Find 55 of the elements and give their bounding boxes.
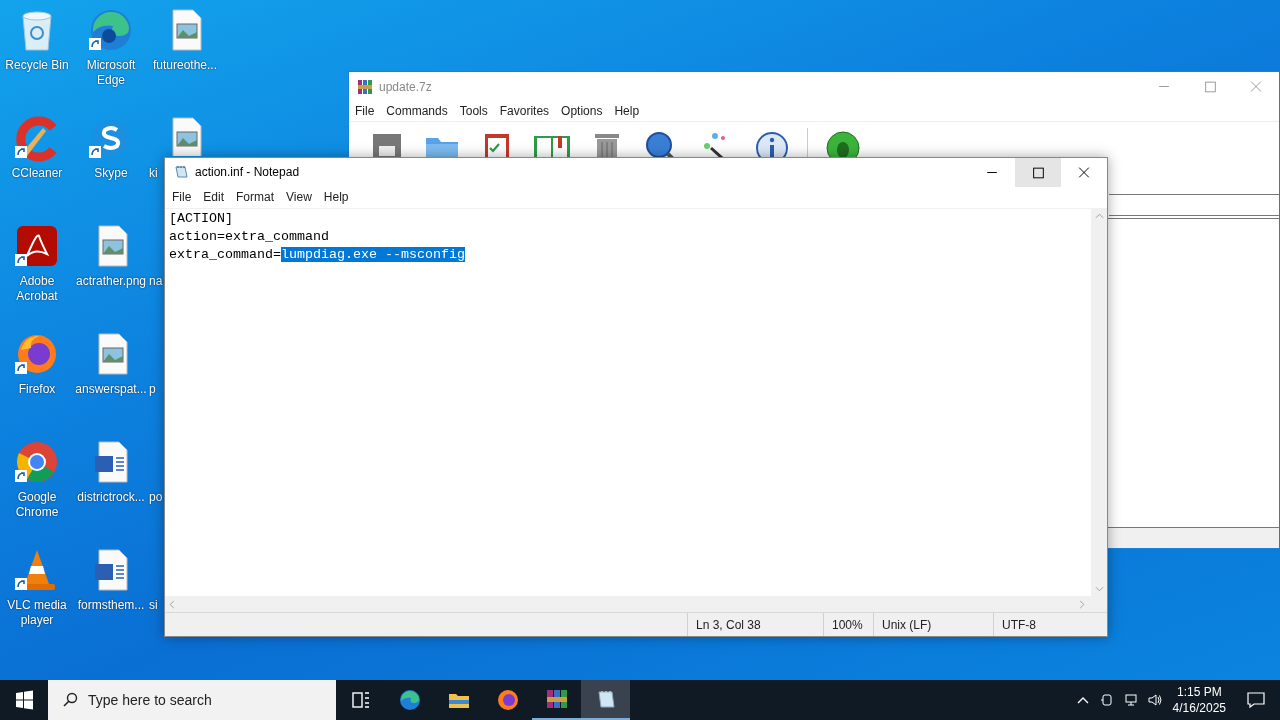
firefox-icon [495,688,520,712]
icon-label[interactable]: Skype [94,166,128,181]
notepad-icon [173,164,189,180]
icon-label[interactable]: VLC media player [0,598,74,628]
network-device-icon[interactable] [1098,692,1115,708]
icon-label[interactable]: Recycle Bin [5,58,69,73]
icon-label[interactable]: si [149,598,158,613]
icon-label[interactable]: ki [149,166,158,181]
icon-label[interactable]: Firefox [18,382,56,397]
icon-label[interactable]: futureothe... [152,58,217,73]
window-title: update.7z [379,79,432,94]
maximize-button[interactable] [1015,157,1061,187]
notification-icon[interactable] [1246,690,1266,710]
menu-item[interactable]: File [166,190,198,204]
text-line: extra_command= [169,247,281,262]
text-line: [ACTION] [169,211,233,226]
app-icon [357,78,373,95]
books-icon [544,687,569,711]
icon-label[interactable]: p [149,382,156,397]
clock-date[interactable]: 4/16/2025 [1172,700,1226,716]
clock-time[interactable]: 1:15 PM [1176,684,1222,700]
volume-icon[interactable] [1146,692,1163,708]
icon-label[interactable]: formsthem... [77,598,145,613]
menu-item[interactable]: Help [608,104,646,118]
menu-item[interactable]: Favorites [493,104,556,118]
menu-item[interactable]: Help [317,190,355,204]
search-field[interactable]: Type here to search [48,680,336,720]
icon-label[interactable]: CCleaner [11,166,63,181]
status-text: 100% [823,613,873,636]
edge-icon [397,688,422,712]
status-text: Unix (LF) [873,613,993,636]
icon-label[interactable]: Adobe Acrobat [0,274,74,304]
icon-label[interactable]: na [149,274,163,289]
menu-item[interactable]: File [349,104,381,118]
icon-label[interactable]: Google Chrome [0,490,74,520]
icon-label[interactable]: districtrock... [77,490,145,505]
icon-label[interactable]: po [149,490,163,505]
text-line: action=extra_command [169,229,329,244]
menu-item[interactable]: View [280,190,318,204]
window-title: action.inf - Notepad [195,165,300,179]
status-text: Ln 3, Col 38 [687,613,823,636]
status-text: UTF-8 [993,613,1107,636]
menu-item[interactable]: Tools [453,104,494,118]
icon-label[interactable]: Microsoft Edge [74,58,148,88]
menu-item[interactable]: Commands [380,104,454,118]
menu-item[interactable]: Edit [197,190,231,204]
search-icon [62,692,78,708]
taskbar-app-button[interactable] [581,680,630,720]
menu-item[interactable]: Options [555,104,609,118]
icon-label[interactable]: actrather.png [75,274,147,289]
network-icon[interactable] [1122,692,1139,708]
icon-label[interactable]: answerspat... [75,382,147,397]
address-bar[interactable] [1109,194,1279,216]
menu-item[interactable]: Format [230,190,281,204]
bug-icon[interactable] [823,128,863,157]
